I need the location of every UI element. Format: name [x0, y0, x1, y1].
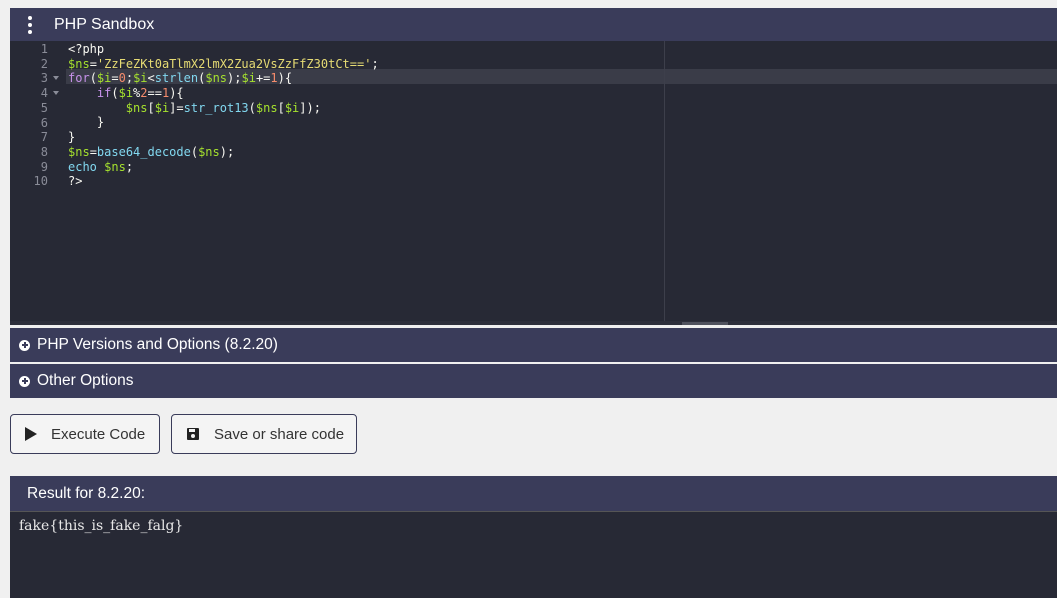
line-number: 10 [33, 174, 48, 189]
line-number-gutter: 1 2 3 4 5 6 7 8 9 10 [10, 41, 66, 325]
execute-code-label: Execute Code [51, 425, 146, 443]
code-token: == [147, 86, 162, 101]
code-line[interactable]: <?php [68, 42, 379, 57]
code-token: ]= [169, 100, 184, 115]
code-token: for [68, 71, 90, 86]
line-number: 7 [40, 130, 48, 145]
code-token: $ns [205, 71, 228, 86]
code-token: < [147, 71, 155, 86]
result-output-panel: fake{this_is_fake_falg} [10, 511, 1057, 598]
code-line[interactable]: ?> [68, 174, 379, 189]
code-token: ]); [299, 100, 321, 115]
code-token: 0 [118, 71, 126, 86]
line-number: 3 [40, 71, 48, 86]
code-token: 2 [140, 86, 148, 101]
code-token: ; [371, 56, 379, 71]
code-token: $ns [198, 144, 220, 159]
save-share-button[interactable]: Save or share code [171, 414, 357, 454]
line-number: 8 [40, 144, 48, 159]
php-versions-section[interactable]: PHP Versions and Options (8.2.20) [10, 328, 1057, 362]
code-token: = [89, 56, 97, 71]
line-number: 2 [40, 56, 48, 71]
app-header: PHP Sandbox [10, 8, 1057, 41]
code-token: [ [147, 100, 155, 115]
code-line[interactable]: for($i=0;$i<strlen($ns);$i+=1){ [68, 71, 379, 86]
kebab-menu-icon[interactable] [10, 8, 50, 41]
code-line[interactable]: echo $ns; [68, 160, 379, 175]
plus-circle-icon [19, 375, 30, 387]
save-share-label: Save or share code [214, 425, 345, 443]
code-token: $ns [255, 100, 278, 115]
code-token: ( [111, 86, 119, 101]
result-title: Result for 8.2.20: [27, 484, 146, 502]
code-line[interactable]: } [68, 115, 379, 130]
play-icon [25, 427, 37, 441]
code-token: $i [154, 100, 170, 115]
code-token: $ns [104, 159, 126, 174]
floppy-disk-icon [187, 428, 199, 440]
code-token: $i [118, 86, 134, 101]
code-token: if [96, 86, 112, 101]
code-token: ; [125, 159, 134, 174]
print-margin [664, 41, 665, 325]
code-token: ); [227, 71, 242, 86]
code-token: += [255, 71, 271, 86]
code-token: ( [190, 144, 199, 159]
result-output-text: fake{this_is_fake_falg} [19, 518, 184, 534]
code-token: } [68, 130, 76, 145]
code-line[interactable]: $ns=base64_decode($ns); [68, 145, 379, 160]
result-header: Result for 8.2.20: [10, 476, 1057, 511]
code-line[interactable]: $ns='ZzFeZKt0aTlmX2lmX2Zua2VsZzFfZ30tCt=… [68, 57, 379, 72]
code-line[interactable]: } [68, 130, 379, 145]
code-token: ){ [169, 86, 184, 101]
code-token: $i [241, 71, 256, 86]
code-token: = [89, 144, 97, 159]
code-token: <?php [68, 42, 105, 56]
code-token: echo [68, 159, 97, 174]
line-number: 5 [40, 100, 48, 115]
horizontal-scrollbar[interactable] [10, 321, 1057, 325]
app-title: PHP Sandbox [54, 15, 155, 33]
code-token: [ [277, 100, 285, 115]
code-token: = [111, 71, 119, 86]
code-token: 'ZzFeZKt0aTlmX2lmX2Zua2VsZzFfZ30tCt==' [96, 56, 372, 71]
other-options-label: Other Options [37, 372, 134, 389]
code-content[interactable]: <?php $ns='ZzFeZKt0aTlmX2lmX2Zua2VsZzFfZ3… [68, 42, 379, 189]
line-number: 9 [40, 159, 48, 174]
code-token: $i [133, 71, 148, 86]
plus-circle-icon [19, 339, 30, 351]
code-token: 1 [270, 71, 278, 86]
fold-arrow-icon[interactable] [53, 91, 59, 96]
code-token: ; [125, 71, 134, 86]
code-token: $ns [68, 56, 90, 71]
code-token: ?> [68, 174, 83, 189]
fold-arrow-icon[interactable] [53, 76, 59, 81]
code-token: ); [219, 144, 235, 159]
php-versions-label: PHP Versions and Options (8.2.20) [37, 336, 278, 353]
execute-code-button[interactable]: Execute Code [10, 414, 160, 454]
code-token: $i [96, 71, 112, 86]
code-token: base64_decode [96, 144, 191, 159]
code-token: strlen [154, 71, 199, 86]
code-token: ( [89, 71, 97, 86]
code-token: ( [248, 100, 256, 115]
code-editor[interactable]: 1 2 3 4 5 6 7 8 9 10 <?php $ns='ZzFeZKt0aTlmX2lmX2… [10, 41, 1057, 325]
line-number: 4 [40, 86, 48, 101]
other-options-section[interactable]: Other Options [10, 364, 1057, 398]
code-line[interactable]: if($i%2==1){ [68, 86, 379, 101]
scrollbar-thumb[interactable] [682, 322, 728, 325]
code-token: $i [284, 100, 300, 115]
code-line[interactable]: $ns[$i]=str_rot13($ns[$i]); [68, 101, 379, 116]
code-token: str_rot13 [183, 100, 249, 115]
code-token: $ns [125, 100, 148, 115]
line-number: 1 [40, 42, 48, 56]
line-number: 6 [40, 115, 48, 130]
code-token: $ns [68, 144, 90, 159]
code-token: } [68, 115, 105, 130]
code-token: ){ [277, 71, 293, 86]
